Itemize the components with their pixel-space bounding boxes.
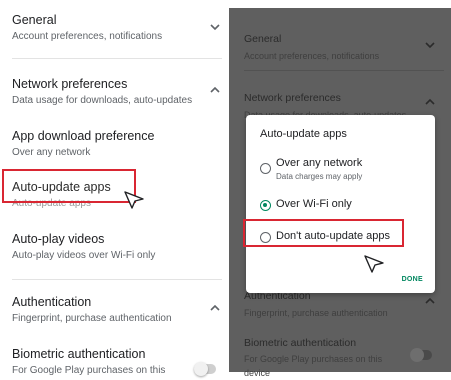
divider xyxy=(12,58,222,59)
settings-item-general[interactable]: General Account preferences, notificatio… xyxy=(12,12,221,44)
highlight-box xyxy=(243,219,404,247)
item-title: General xyxy=(244,33,282,45)
item-title: Network preferences xyxy=(12,77,128,91)
option-label-over-wifi-only[interactable]: Over Wi-Fi only xyxy=(276,198,352,210)
toggle-knob xyxy=(194,362,208,376)
option-label-over-any-network[interactable]: Over any network xyxy=(276,157,362,169)
settings-item-app-download-preference[interactable]: App download preference Over any network xyxy=(12,128,221,160)
item-subtitle: Fingerprint, purchase authentication xyxy=(12,313,172,324)
cursor-arrow-icon xyxy=(123,190,145,215)
chevron-down-icon xyxy=(423,38,437,52)
item-title: Network preferences xyxy=(244,92,341,104)
radio-over-wifi-only[interactable] xyxy=(260,200,271,211)
item-subtitle: Account preferences, notifications xyxy=(12,31,163,42)
dialog-title: Auto-update apps xyxy=(260,128,347,140)
divider xyxy=(244,70,444,71)
scrim-overlay[interactable]: General Account preferences, notificatio… xyxy=(229,8,451,378)
item-subtitle: Account preferences, notifications xyxy=(244,51,380,61)
chevron-up-icon xyxy=(423,294,437,308)
settings-panel-left: General Account preferences, notificatio… xyxy=(0,0,229,376)
biometric-toggle xyxy=(410,348,432,362)
item-subtitle: Data usage for downloads, auto-updates xyxy=(12,95,193,106)
item-subtitle: For Google Play purchases on this xyxy=(12,365,166,376)
radio-over-any-network[interactable] xyxy=(260,163,271,174)
item-title: General xyxy=(12,13,57,27)
settings-item-network-preferences[interactable]: Network preferences Data usage for downl… xyxy=(12,76,221,108)
cursor-arrow-icon xyxy=(363,254,385,279)
item-subtitle: Over any network xyxy=(12,147,91,158)
chevron-down-icon[interactable] xyxy=(208,20,222,34)
highlight-box xyxy=(2,169,136,203)
item-title: App download preference xyxy=(12,129,155,143)
settings-item-general: General Account preferences, notificatio… xyxy=(244,31,443,63)
divider xyxy=(12,279,222,280)
settings-item-auto-play-videos[interactable]: Auto-play videos Auto-play videos over W… xyxy=(12,231,221,263)
item-title: Biometric authentication xyxy=(12,347,146,361)
item-subtitle-line2: device xyxy=(244,368,271,378)
settings-panel-right: General Account preferences, notificatio… xyxy=(229,0,451,378)
item-title: Authentication xyxy=(12,295,92,309)
chevron-up-icon[interactable] xyxy=(208,83,222,97)
toggle-knob xyxy=(410,348,424,362)
auto-update-dialog: Auto-update apps Over any network Data c… xyxy=(246,115,435,293)
item-subtitle: Fingerprint, purchase authentication xyxy=(244,308,388,318)
option-sub-data-charges: Data charges may apply xyxy=(276,172,363,181)
settings-item-authentication[interactable]: Authentication Fingerprint, purchase aut… xyxy=(12,294,221,326)
chevron-up-icon[interactable] xyxy=(208,301,222,315)
item-title: Auto-play videos xyxy=(12,232,105,246)
item-subtitle: Auto-play videos over Wi-Fi only xyxy=(12,250,156,261)
settings-item-biometric-authentication[interactable]: Biometric authentication For Google Play… xyxy=(12,346,221,378)
biometric-toggle[interactable] xyxy=(194,362,216,376)
chevron-up-icon xyxy=(423,95,437,109)
done-button[interactable]: DONE xyxy=(402,276,423,283)
